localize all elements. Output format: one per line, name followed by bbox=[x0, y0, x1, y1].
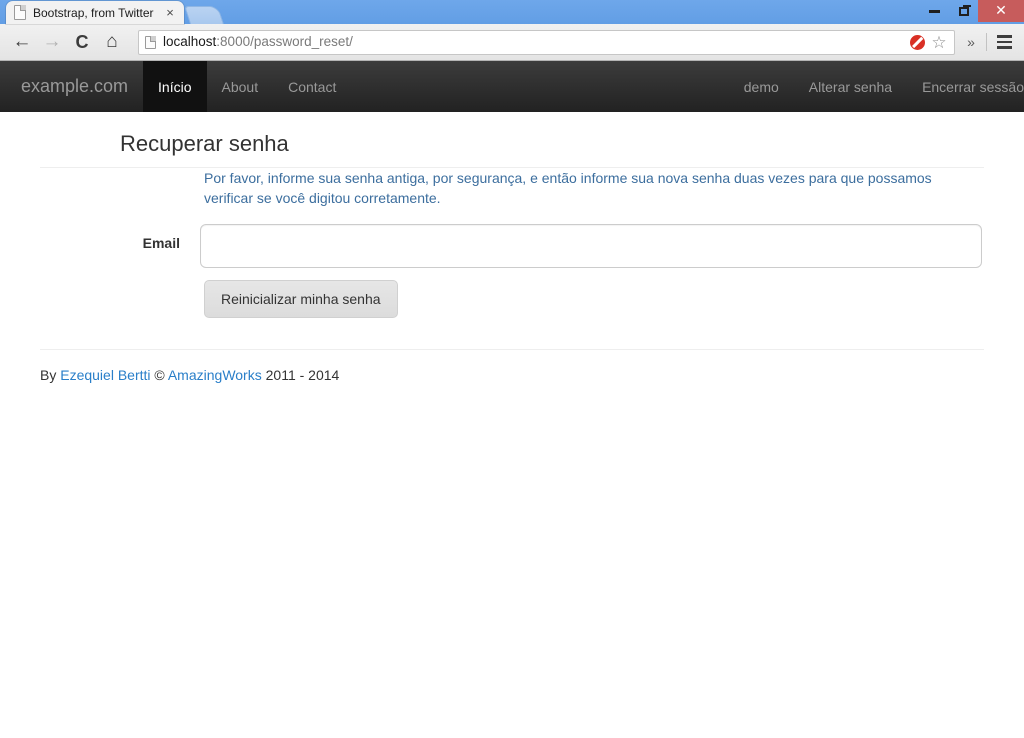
window-controls: ✕ bbox=[920, 0, 1024, 22]
email-input[interactable] bbox=[200, 224, 982, 268]
email-form-group: Email bbox=[40, 224, 984, 268]
new-tab-button[interactable] bbox=[184, 6, 224, 24]
page-footer: By Ezequiel Bertti © AmazingWorks 2011 -… bbox=[40, 366, 984, 384]
navbar-brand[interactable]: example.com bbox=[6, 61, 143, 112]
navbar-secondary-links: demo Alterar senha Encerrar sessão bbox=[729, 61, 1024, 112]
window-minimize-button[interactable] bbox=[920, 0, 949, 22]
tab-favicon-icon bbox=[14, 5, 27, 20]
browser-tab[interactable]: Bootstrap, from Twitter × bbox=[6, 1, 184, 24]
url-host: localhost bbox=[163, 34, 217, 49]
page-title: Recuperar senha bbox=[120, 131, 289, 156]
footer-divider bbox=[40, 349, 984, 350]
site-navbar: example.com Início About Contact demo Al… bbox=[0, 61, 1024, 112]
home-button[interactable]: ⌂ bbox=[98, 28, 126, 56]
footer-company-link[interactable]: AmazingWorks bbox=[168, 367, 262, 383]
page-info-icon[interactable] bbox=[145, 35, 156, 49]
address-bar[interactable]: localhost:8000/password_reset/ ☆ bbox=[138, 29, 955, 55]
footer-copyright-symbol: © bbox=[150, 367, 168, 383]
navbar-primary-links: Início About Contact bbox=[143, 61, 351, 112]
footer-years: 2011 - 2014 bbox=[261, 367, 340, 383]
nav-item-about[interactable]: About bbox=[207, 61, 274, 112]
browser-window: Bootstrap, from Twitter × ✕ ← → C ⌂ loca… bbox=[0, 0, 1024, 738]
nav-item-inicio[interactable]: Início bbox=[143, 61, 207, 112]
footer-author-link[interactable]: Ezequiel Bertti bbox=[60, 367, 150, 383]
footer-prefix: By bbox=[40, 367, 61, 383]
tab-close-icon[interactable]: × bbox=[162, 5, 178, 21]
password-reset-form: Por favor, informe sua senha antiga, por… bbox=[40, 168, 984, 318]
email-input-wrapper bbox=[200, 224, 984, 268]
nav-item-encerrar-sessao[interactable]: Encerrar sessão bbox=[907, 61, 1024, 112]
tab-strip: Bootstrap, from Twitter × ✕ bbox=[0, 0, 1024, 24]
forward-button[interactable]: → bbox=[38, 28, 66, 56]
form-description: Por favor, informe sua senha antiga, por… bbox=[204, 170, 932, 206]
hamburger-menu-icon[interactable] bbox=[992, 35, 1016, 49]
toolbar-overflow-icon[interactable]: » bbox=[961, 34, 981, 50]
nav-item-alterar-senha[interactable]: Alterar senha bbox=[794, 61, 907, 112]
url-text: localhost:8000/password_reset/ bbox=[163, 34, 906, 50]
nav-item-contact[interactable]: Contact bbox=[273, 61, 351, 112]
page-header: Recuperar senha bbox=[40, 130, 984, 168]
reset-password-button[interactable]: Reinicializar minha senha bbox=[204, 280, 398, 318]
url-path: :8000/password_reset/ bbox=[216, 34, 353, 49]
back-button[interactable]: ← bbox=[8, 28, 36, 56]
window-maximize-button[interactable] bbox=[949, 0, 978, 22]
page-viewport: example.com Início About Contact demo Al… bbox=[0, 61, 1024, 737]
blocked-plugin-icon[interactable] bbox=[906, 31, 928, 53]
toolbar-divider bbox=[986, 33, 987, 51]
window-close-button[interactable]: ✕ bbox=[978, 0, 1024, 22]
form-actions: Reinicializar minha senha bbox=[200, 280, 984, 318]
nav-item-demo[interactable]: demo bbox=[729, 61, 794, 112]
reload-button[interactable]: C bbox=[68, 28, 96, 56]
tab-title: Bootstrap, from Twitter bbox=[33, 5, 154, 20]
email-label: Email bbox=[142, 235, 180, 251]
bookmark-star-icon[interactable]: ☆ bbox=[928, 31, 950, 53]
browser-toolbar: ← → C ⌂ localhost:8000/password_reset/ ☆… bbox=[0, 24, 1024, 61]
page-content: Recuperar senha Por favor, informe sua s… bbox=[0, 130, 1024, 384]
